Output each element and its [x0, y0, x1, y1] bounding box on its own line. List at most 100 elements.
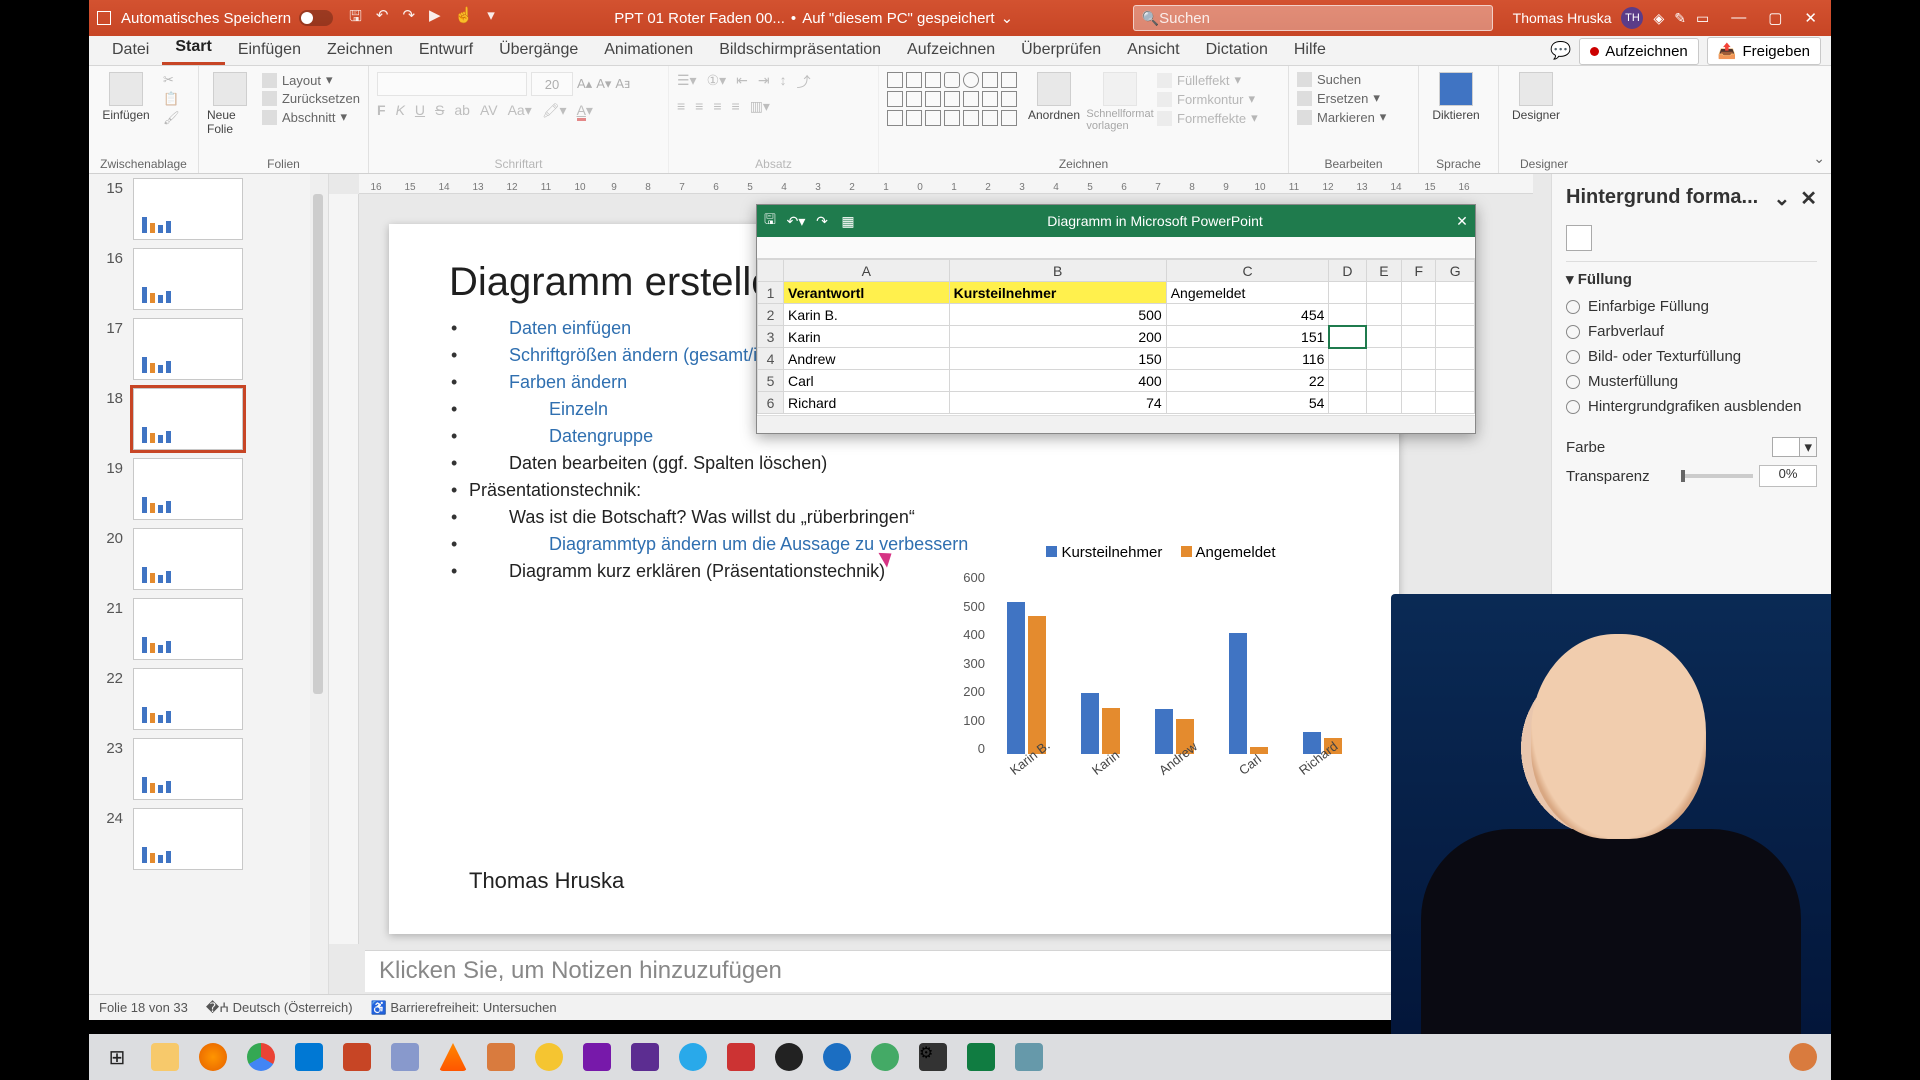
file-explorer-icon[interactable] — [143, 1038, 187, 1076]
notes-pane[interactable]: Klicken Sie, um Notizen hinzuzufügen — [365, 950, 1531, 992]
reset-button[interactable]: Zurücksetzen — [262, 91, 360, 106]
collapse-ribbon-icon[interactable]: ⌄ — [1813, 150, 1825, 167]
highlight-button[interactable]: 🖍▾ — [542, 102, 567, 119]
app-icon-13[interactable] — [719, 1038, 763, 1076]
format-painter-icon[interactable]: 🖌 — [163, 110, 180, 126]
window-icon[interactable]: ▭ — [1696, 10, 1709, 27]
bullet-item[interactable]: Daten bearbeiten (ggf. Spalten löschen) — [469, 450, 1399, 477]
dictate-button[interactable]: Diktieren — [1427, 72, 1485, 122]
chart[interactable]: Kursteilnehmer Angemeldet 01002003004005… — [939, 544, 1369, 804]
document-title[interactable]: PPT 01 Roter Faden 00... • Auf "diesem P… — [495, 9, 1133, 27]
outlook-icon[interactable] — [287, 1038, 331, 1076]
text-direction-button[interactable]: ⤴ — [797, 72, 811, 92]
cell-D6[interactable] — [1329, 392, 1366, 414]
cell-D2[interactable] — [1329, 304, 1366, 326]
cell-C4[interactable]: 116 — [1166, 348, 1329, 370]
shape-outline-button[interactable]: Formkontur ▾ — [1157, 91, 1258, 107]
fill-option-1[interactable]: Farbverlauf — [1566, 319, 1817, 344]
cell-A6[interactable]: Richard — [784, 392, 950, 414]
fill-option-3[interactable]: Musterfüllung — [1566, 369, 1817, 394]
cell-G5[interactable] — [1436, 370, 1475, 392]
designer-button[interactable]: Designer — [1507, 72, 1565, 122]
fill-option-0[interactable]: Einfarbige Füllung — [1566, 294, 1817, 319]
underline-button[interactable]: U — [415, 102, 425, 119]
row-header-4[interactable]: 4 — [758, 348, 784, 370]
cell-B1[interactable]: Kursteilnehmer — [949, 282, 1166, 304]
avatar[interactable]: TH — [1621, 7, 1643, 29]
bullets-button[interactable]: ☰▾ — [677, 72, 697, 92]
slide-thumbnail-17[interactable]: 17 — [89, 314, 328, 384]
tab-animationen[interactable]: Animationen — [591, 35, 706, 65]
cell-C1[interactable]: Angemeldet — [1166, 282, 1329, 304]
slide-thumbnail-15[interactable]: 15 — [89, 174, 328, 244]
layout-button[interactable]: Layout ▾ — [262, 72, 360, 88]
cell-E6[interactable] — [1366, 392, 1402, 414]
redo-icon[interactable]: ↷ — [402, 6, 415, 31]
align-right-button[interactable]: ≡ — [713, 98, 721, 115]
decrease-font-icon[interactable]: A▾ — [596, 76, 611, 92]
share-button[interactable]: 📤Freigeben — [1707, 37, 1821, 65]
data-grid[interactable]: ABCDEFG1VerantwortlKursteilnehmerAngemel… — [757, 259, 1475, 414]
col-header-G[interactable]: G — [1436, 260, 1475, 282]
from-beginning-icon[interactable]: ▶ — [429, 6, 441, 31]
chart-data-sheet[interactable]: 🖫 ↶▾ ↷ ▦ Diagramm in Microsoft PowerPoin… — [756, 204, 1476, 434]
cell-E3[interactable] — [1366, 326, 1402, 348]
slide-position[interactable]: Folie 18 von 33 — [99, 1000, 188, 1015]
comments-icon[interactable]: 💬 — [1550, 41, 1571, 61]
slide-thumbnail-20[interactable]: 20 — [89, 524, 328, 594]
save-icon[interactable]: 🖫 — [349, 6, 362, 31]
slide-thumbnail-24[interactable]: 24 — [89, 804, 328, 874]
cell-A4[interactable]: Andrew — [784, 348, 950, 370]
cell-C6[interactable]: 54 — [1166, 392, 1329, 414]
slide-thumbnail-22[interactable]: 22 — [89, 664, 328, 734]
cell-G3[interactable] — [1436, 326, 1475, 348]
cell-F2[interactable] — [1402, 304, 1436, 326]
slide-thumbnail-19[interactable]: 19 — [89, 454, 328, 524]
clear-format-icon[interactable]: Aⱻ — [615, 76, 630, 92]
slide-thumbnail-18[interactable]: 18 — [89, 384, 328, 454]
shape-effects-button[interactable]: Formeffekte ▾ — [1157, 110, 1258, 126]
col-header-E[interactable]: E — [1366, 260, 1402, 282]
tab-datei[interactable]: Datei — [99, 35, 162, 65]
maximize-icon[interactable]: ▢ — [1768, 9, 1782, 27]
cell-D1[interactable] — [1329, 282, 1366, 304]
shadow-button[interactable]: ab — [454, 102, 470, 119]
ds-save-icon[interactable]: 🖫 — [757, 209, 783, 233]
app-icon-15[interactable] — [815, 1038, 859, 1076]
select-button[interactable]: Markieren ▾ — [1297, 109, 1386, 125]
pane-dropdown-icon[interactable]: ⌄ — [1773, 188, 1790, 210]
transparency-slider[interactable] — [1683, 474, 1753, 478]
col-header-F[interactable]: F — [1402, 260, 1436, 282]
obs-icon[interactable] — [767, 1038, 811, 1076]
tab-zeichnen[interactable]: Zeichnen — [314, 35, 406, 65]
col-header-A[interactable]: A — [784, 260, 950, 282]
col-header-C[interactable]: C — [1166, 260, 1329, 282]
close-icon[interactable]: ✕ — [1804, 9, 1817, 27]
firefox-icon[interactable] — [191, 1038, 235, 1076]
cell-E1[interactable] — [1366, 282, 1402, 304]
row-header-2[interactable]: 2 — [758, 304, 784, 326]
row-header-5[interactable]: 5 — [758, 370, 784, 392]
cell-F1[interactable] — [1402, 282, 1436, 304]
tab-bildschirmpräsentation[interactable]: Bildschirmpräsentation — [706, 35, 894, 65]
spacing-button[interactable]: AV — [480, 102, 498, 119]
accessibility-status[interactable]: ♿ Barrierefreiheit: Untersuchen — [371, 1000, 557, 1016]
cell-G1[interactable] — [1436, 282, 1475, 304]
cell-B3[interactable]: 200 — [949, 326, 1166, 348]
slide-thumbnail-23[interactable]: 23 — [89, 734, 328, 804]
datasheet-close-icon[interactable]: ✕ — [1449, 213, 1475, 230]
italic-button[interactable]: K — [396, 102, 405, 119]
chevron-down-icon[interactable]: ⌄ — [1001, 9, 1014, 27]
transparency-value[interactable]: 0% — [1759, 465, 1817, 487]
case-button[interactable]: Aa▾ — [508, 102, 532, 119]
copy-icon[interactable]: 📋 — [163, 91, 180, 107]
bullet-item[interactable]: Was ist die Botschaft? Was willst du „rü… — [469, 504, 1399, 531]
tab-aufzeichnen[interactable]: Aufzeichnen — [894, 35, 1008, 65]
tab-ansicht[interactable]: Ansicht — [1114, 35, 1192, 65]
thumbnail-scrollbar[interactable] — [310, 174, 328, 994]
col-header-B[interactable]: B — [949, 260, 1166, 282]
font-color-button[interactable]: A▾ — [577, 102, 593, 119]
col-header-D[interactable]: D — [1329, 260, 1366, 282]
autosave[interactable]: Automatisches Speichern — [121, 10, 333, 27]
fill-option-2[interactable]: Bild- oder Texturfüllung — [1566, 344, 1817, 369]
